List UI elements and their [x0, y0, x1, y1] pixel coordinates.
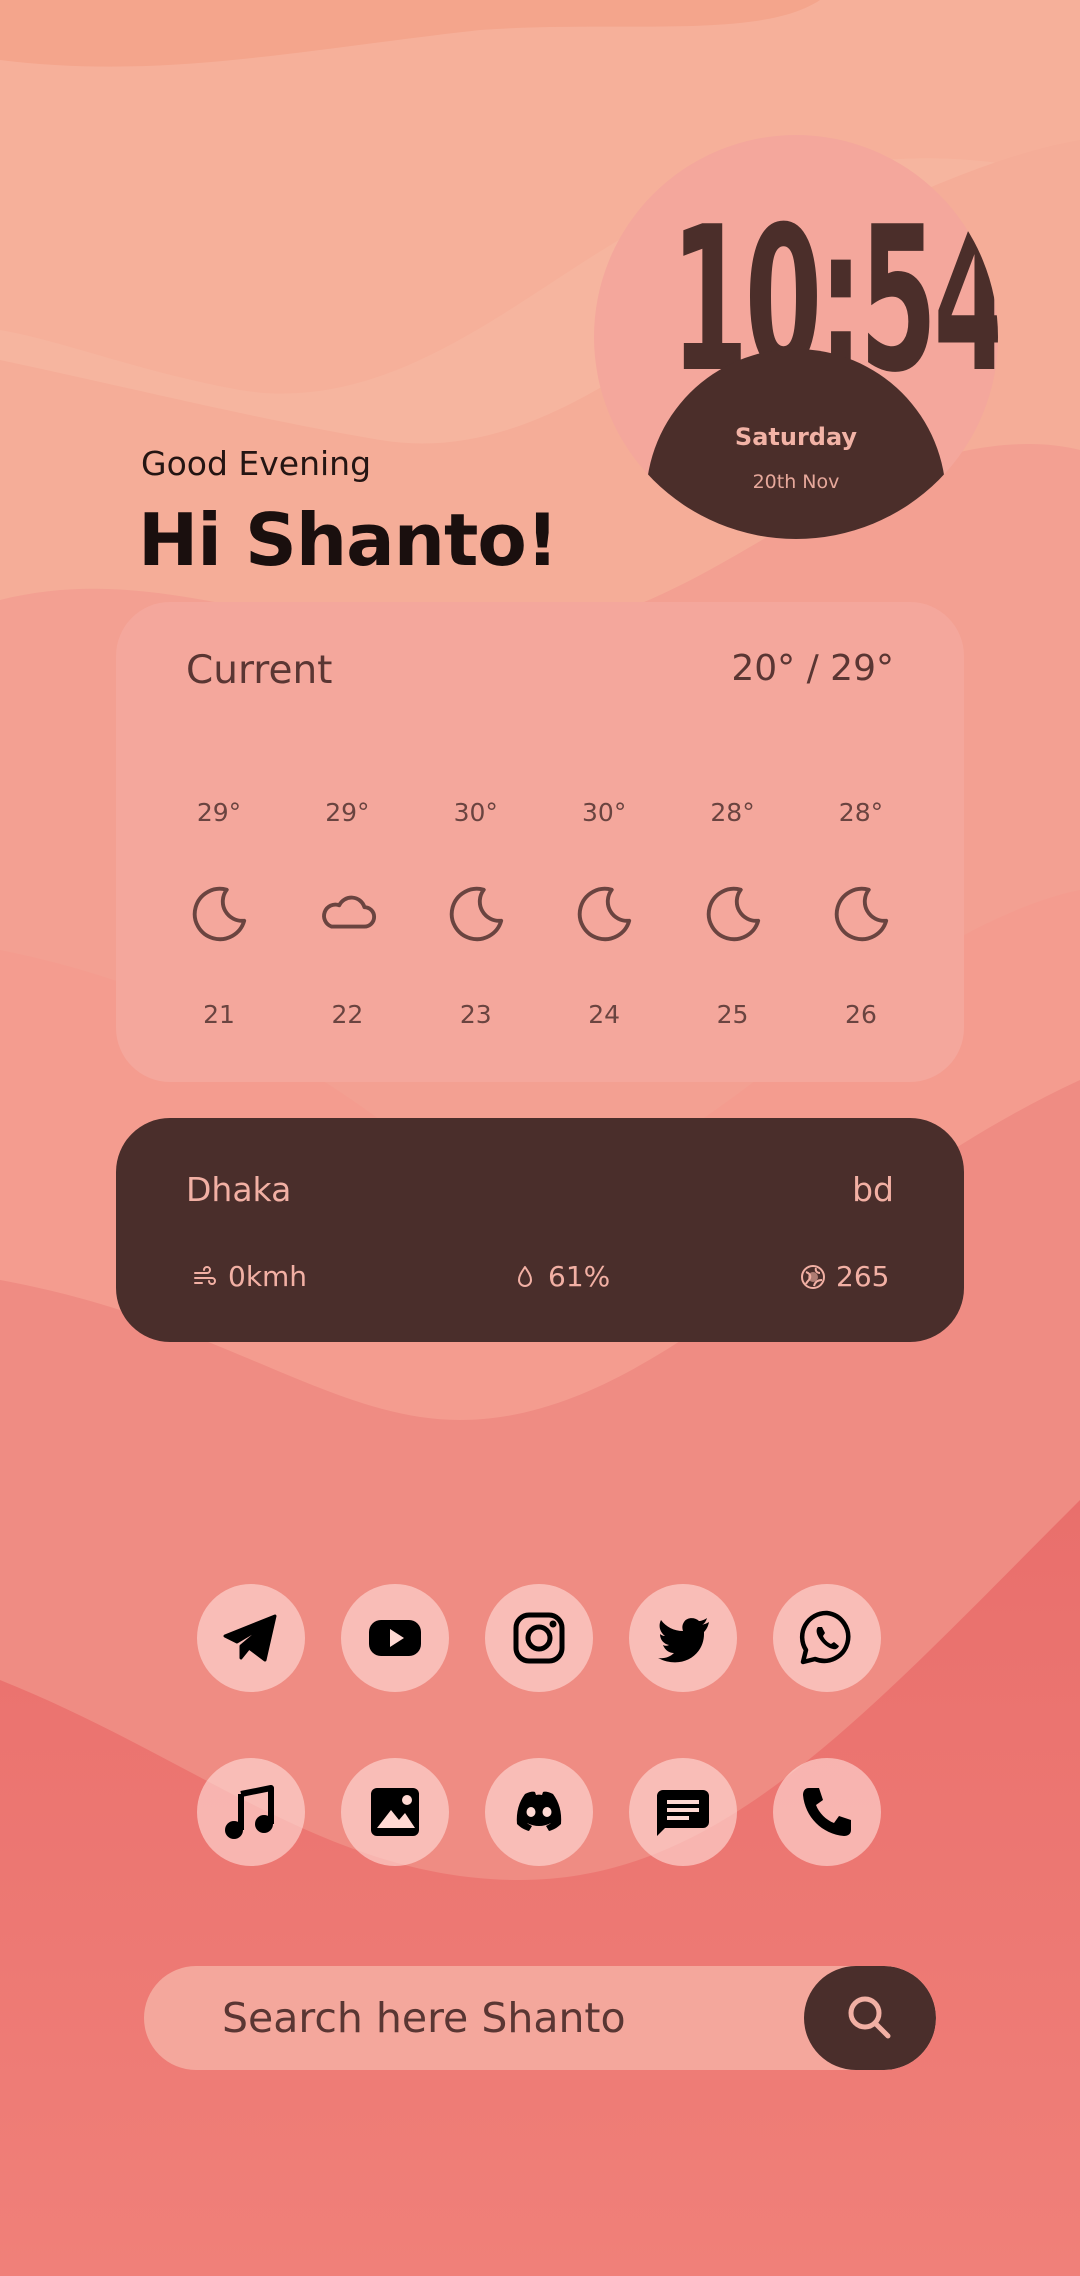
forecast-temp: 29° [196, 798, 242, 827]
humidity-value: 61% [548, 1260, 611, 1293]
moon-icon [706, 886, 760, 942]
forecast-hour: 24 [588, 1000, 621, 1029]
music-icon [225, 1785, 274, 1839]
forecast-hour: 26 [845, 1000, 877, 1029]
whatsapp-icon [799, 1610, 851, 1665]
telegram-button[interactable] [197, 1584, 305, 1692]
forecast-hour: 22 [331, 1000, 364, 1029]
messages-button[interactable] [629, 1758, 737, 1866]
moon-icon [449, 886, 503, 942]
youtube-button[interactable] [341, 1584, 449, 1692]
forecast-item: 29° 22 [314, 788, 380, 1048]
wind-value: 0kmh [228, 1260, 308, 1293]
clock-day: Saturday [734, 423, 858, 451]
moon-icon [834, 886, 889, 942]
instagram-button[interactable] [485, 1584, 593, 1692]
forecast-hour: 23 [459, 1000, 492, 1029]
search-input[interactable]: Search here Shanto [222, 1994, 626, 2042]
forecast-item: 28° 25 [700, 788, 766, 1048]
gallery-button[interactable] [341, 1758, 449, 1866]
gallery-icon [371, 1788, 419, 1836]
discord-icon [516, 1791, 562, 1831]
forecast-hour: 21 [203, 1000, 235, 1029]
moon-icon [192, 886, 247, 942]
search-bar[interactable]: Search here Shanto [144, 1966, 936, 2070]
telegram-icon [223, 1614, 277, 1662]
instagram-icon [513, 1612, 565, 1664]
music-button[interactable] [197, 1758, 305, 1866]
discord-button[interactable] [485, 1758, 593, 1866]
twitter-icon [658, 1618, 709, 1663]
search-button[interactable] [804, 1966, 936, 2070]
forecast-item: 28° 26 [828, 788, 894, 1048]
forecast-item: 30° 24 [571, 788, 637, 1048]
forecast-temp: 28° [838, 798, 884, 827]
weather-current-label: Current [186, 648, 333, 693]
phone-icon [803, 1788, 851, 1836]
city-country: bd [852, 1170, 894, 1209]
whatsapp-button[interactable] [773, 1584, 881, 1692]
phone-button[interactable] [773, 1758, 881, 1866]
forecast-hour: 25 [716, 1000, 749, 1029]
weather-card[interactable]: Current 20° / 29° 29° 21 29° 22 30° 23 3… [116, 602, 964, 1082]
greeting-subtitle: Good Evening [141, 444, 372, 483]
city-name: Dhaka [186, 1170, 292, 1209]
moon-icon [578, 886, 632, 942]
globe-icon [801, 1264, 825, 1289]
search-icon [848, 1996, 891, 2039]
greeting-title: Hi Shanto! [138, 498, 559, 582]
weather-temp-range: 20° / 29° [731, 648, 894, 689]
forecast-temp: 30° [582, 798, 627, 827]
cloud-icon [322, 895, 377, 929]
clock-widget[interactable]: 10:54 Saturday 20th Nov [594, 135, 998, 539]
droplet-icon [518, 1265, 532, 1287]
aqi-value: 265 [836, 1260, 890, 1293]
forecast-item: 30° 23 [443, 788, 509, 1048]
city-weather-card[interactable]: Dhaka bd 0kmh 61% 265 [116, 1118, 964, 1342]
clock-date: 20th Nov [752, 471, 840, 493]
wind-icon [194, 1265, 216, 1285]
aqi-stat: 265 [800, 1260, 889, 1293]
forecast-temp: 28° [710, 798, 755, 827]
humidity-stat: 61% [512, 1260, 610, 1293]
forecast-temp: 29° [325, 798, 370, 827]
twitter-button[interactable] [629, 1584, 737, 1692]
hourly-forecast: 29° 21 29° 22 30° 23 30° 24 28° 25 28° 2… [186, 788, 894, 1048]
youtube-icon [369, 1620, 421, 1656]
wind-stat: 0kmh [192, 1260, 307, 1293]
forecast-item: 29° 21 [186, 788, 252, 1048]
messages-icon [657, 1790, 709, 1836]
forecast-temp: 30° [453, 798, 498, 827]
